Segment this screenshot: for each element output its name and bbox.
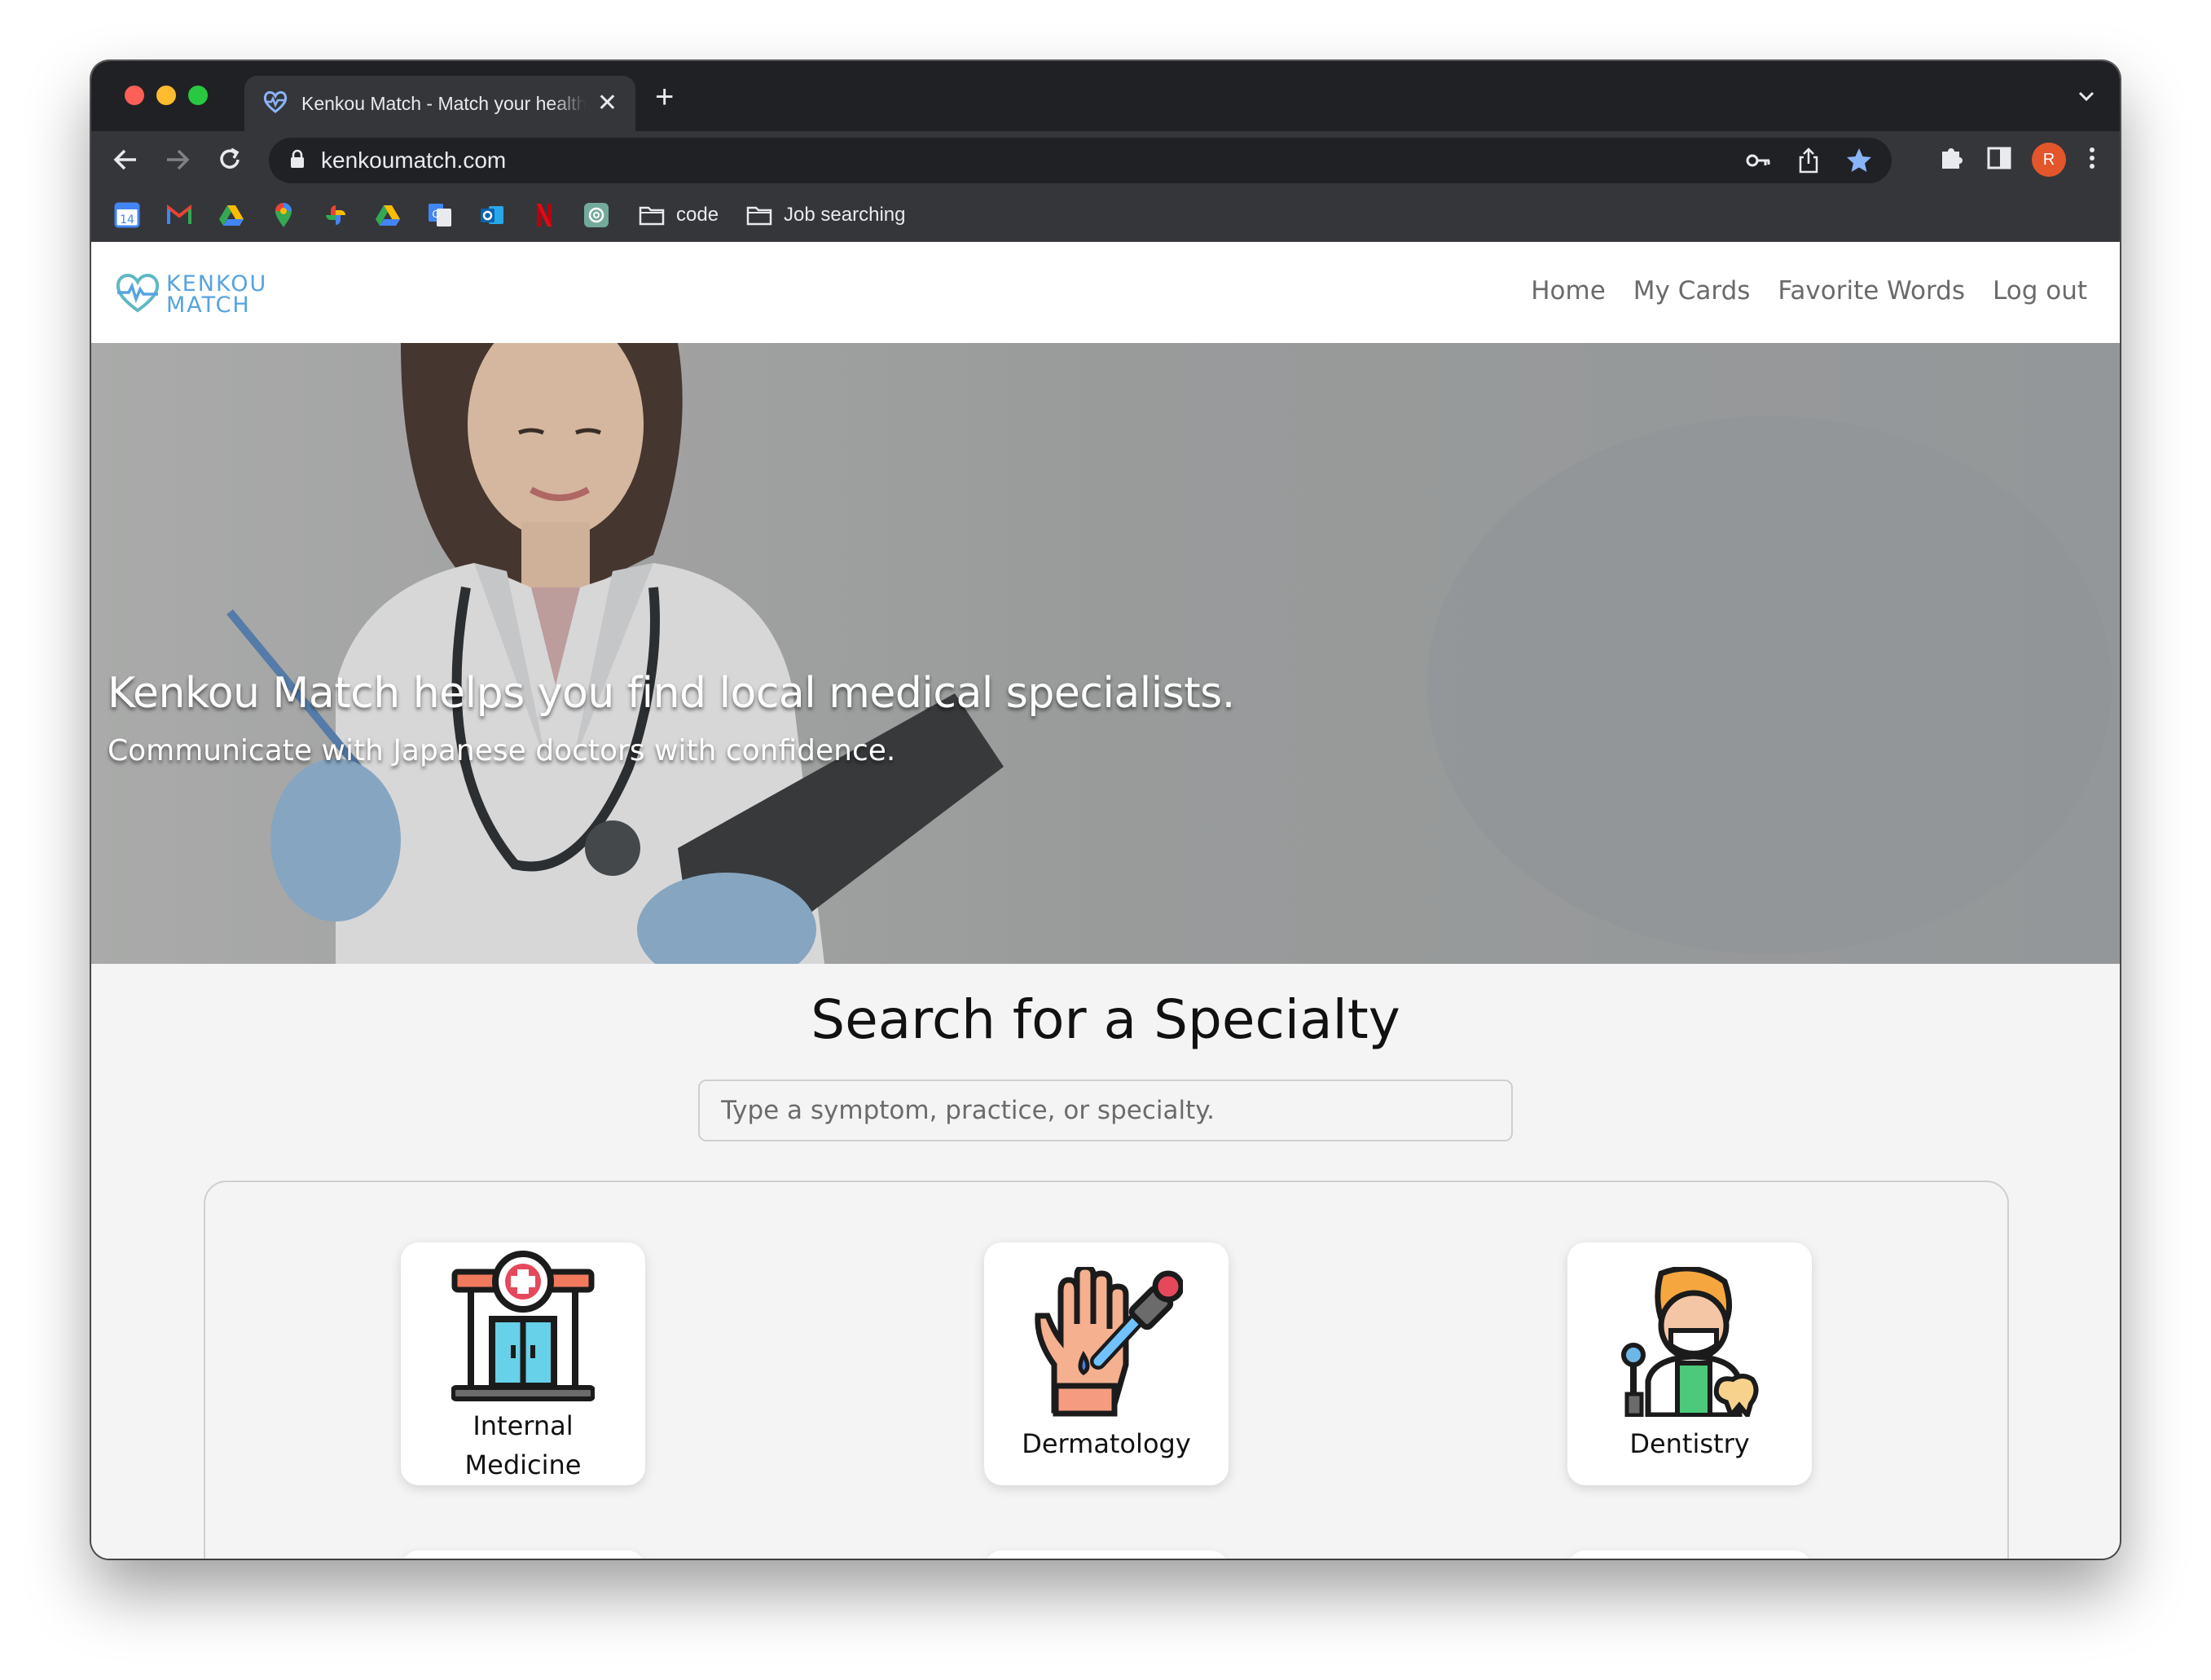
tab-kenkou-match[interactable]: Kenkou Match - Match your health ✕ xyxy=(244,76,635,131)
close-window-button[interactable] xyxy=(125,86,144,105)
profile-avatar[interactable]: R xyxy=(2032,143,2066,177)
specialty-card-dentistry[interactable]: Dentistry xyxy=(1567,1242,1812,1485)
logo-line-2: MATCH xyxy=(166,292,251,318)
specialty-search-input[interactable] xyxy=(698,1080,1513,1141)
specialty-card-internal-medicine[interactable]: Internal Medicine xyxy=(401,1242,645,1485)
hospital-icon xyxy=(451,1249,596,1406)
specialty-card-partial[interactable] xyxy=(984,1550,1229,1559)
google-maps-icon[interactable] xyxy=(269,200,298,230)
google-drive-icon[interactable] xyxy=(373,200,402,230)
minimize-window-button[interactable] xyxy=(156,86,176,105)
extensions-puzzle-icon[interactable] xyxy=(1937,143,1967,177)
bookmark-folder-job-searching[interactable]: Job searching xyxy=(746,204,905,226)
search-section-title: Search for a Specialty xyxy=(811,988,1400,1051)
nav-favorite-words[interactable]: Favorite Words xyxy=(1778,276,1965,306)
new-tab-button[interactable]: + xyxy=(655,81,674,113)
forward-arrow-icon[interactable] xyxy=(161,143,194,176)
share-icon[interactable] xyxy=(1794,146,1823,179)
hero-title: Kenkou Match helps you find local medica… xyxy=(108,669,1235,718)
google-drive-icon[interactable] xyxy=(217,200,246,230)
browser-toolbar: kenkoumatch.com R xyxy=(91,131,2120,188)
dentist-icon xyxy=(1620,1265,1759,1421)
hero-subtitle: Communicate with Japanese doctors with c… xyxy=(108,734,896,767)
side-panel-icon[interactable] xyxy=(1985,143,2014,177)
nav-log-out[interactable]: Log out xyxy=(1993,276,2087,306)
site-navbar: KENKOU MATCH Home My Cards Favorite Word… xyxy=(91,242,2120,343)
folder-icon xyxy=(746,206,772,225)
hero-banner: Kenkou Match helps you find local medica… xyxy=(91,343,2120,964)
svg-text:G: G xyxy=(432,209,439,220)
site-logo[interactable]: KENKOU MATCH xyxy=(114,271,267,318)
folder-label: code xyxy=(676,203,719,226)
google-calendar-icon[interactable]: 14 xyxy=(112,200,142,230)
folder-icon xyxy=(639,206,665,225)
specialty-card-partial[interactable] xyxy=(1567,1550,1812,1559)
address-bar[interactable]: kenkoumatch.com xyxy=(269,138,1892,183)
lock-icon xyxy=(290,149,305,173)
key-icon[interactable] xyxy=(1743,146,1773,179)
maximize-window-button[interactable] xyxy=(188,86,208,105)
specialty-card-dermatology[interactable]: Dermatology xyxy=(984,1242,1229,1485)
chevron-down-icon[interactable] xyxy=(2076,86,2097,111)
bookmark-folder-code[interactable]: code xyxy=(639,204,719,226)
gmail-icon[interactable] xyxy=(165,200,194,230)
svg-text:14: 14 xyxy=(120,213,134,226)
specialty-label: Medicine xyxy=(464,1449,582,1480)
specialty-panel: Internal Medicine Dermatology Dentistry xyxy=(204,1181,2009,1559)
doctor-hero-image xyxy=(91,343,2120,964)
site-nav-links: Home My Cards Favorite Words Log out xyxy=(1531,276,2087,306)
netflix-icon[interactable] xyxy=(530,200,559,230)
browser-window: Kenkou Match - Match your health ✕ + ken… xyxy=(91,61,2120,1559)
heart-pulse-favicon-icon xyxy=(262,90,288,118)
url-text: kenkoumatch.com xyxy=(321,147,507,173)
tab-bar: Kenkou Match - Match your health ✕ + xyxy=(91,61,2120,131)
tab-close-icon[interactable]: ✕ xyxy=(597,91,618,116)
nav-home[interactable]: Home xyxy=(1531,276,1606,306)
bookmark-star-icon[interactable] xyxy=(1844,146,1874,179)
reload-icon[interactable] xyxy=(213,143,246,176)
specialty-label: Dermatology xyxy=(1022,1428,1191,1459)
back-arrow-icon[interactable] xyxy=(109,143,142,176)
google-photos-icon[interactable] xyxy=(321,200,350,230)
heart-pulse-logo-icon xyxy=(114,271,161,318)
google-translate-icon[interactable]: G xyxy=(425,200,455,230)
specialty-card-partial[interactable] xyxy=(401,1550,645,1559)
tab-title: Kenkou Match - Match your health xyxy=(301,92,586,114)
more-menu-icon[interactable] xyxy=(2084,143,2100,177)
outlook-icon[interactable] xyxy=(477,200,507,230)
chatgpt-icon[interactable] xyxy=(582,200,611,230)
hand-dropper-icon xyxy=(1030,1264,1185,1421)
folder-label: Job searching xyxy=(784,203,906,226)
web-page: KENKOU MATCH Home My Cards Favorite Word… xyxy=(91,242,2120,1559)
bookmarks-bar: 14 G code Job searching xyxy=(91,188,2120,242)
nav-my-cards[interactable]: My Cards xyxy=(1633,276,1751,306)
specialty-label: Internal xyxy=(473,1410,574,1441)
specialty-label: Dentistry xyxy=(1629,1428,1750,1459)
